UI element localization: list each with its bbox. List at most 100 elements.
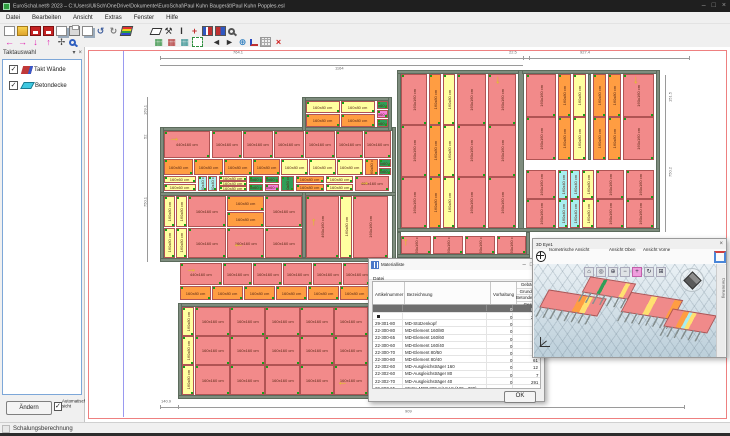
save-as-icon[interactable]	[43, 26, 54, 36]
slab-cell[interactable]: 160x160 cm	[526, 117, 556, 160]
slab-cell[interactable]: 160x160 cm	[401, 74, 427, 125]
slab-cell[interactable]: 160x160 cm	[364, 131, 391, 158]
window-controls[interactable]: –□×	[702, 0, 726, 12]
auto-visible-checkbox[interactable]: ✓ Automatisch sicht	[54, 399, 84, 417]
3d-layers-icon[interactable]	[120, 26, 133, 36]
table-sum-row[interactable]: Movo0809	[373, 305, 540, 313]
menu-item-extras[interactable]: Extras	[99, 15, 128, 21]
slab-cell[interactable]: 160x80 cm	[573, 74, 586, 117]
slab-cell[interactable]: 160x80 cm	[176, 196, 187, 227]
slab-cell[interactable]: 80x60 cm	[249, 184, 263, 191]
slab-table-red-icon[interactable]: ▦	[166, 37, 177, 47]
redo-icon[interactable]: ↻	[108, 26, 119, 36]
slab-cell[interactable]: 160x160 cm	[230, 365, 265, 395]
slab-cell[interactable]: 160x80 cm	[244, 286, 275, 300]
support-column-icon[interactable]: I	[176, 26, 187, 36]
close-panel-icon[interactable]: ×	[78, 50, 82, 56]
slab-cell[interactable]: 160x160 cm	[265, 336, 300, 365]
slab-cell[interactable]: 160x80 cm	[227, 212, 264, 227]
viewport-tool-icon[interactable]: ◎	[596, 267, 606, 277]
slab-cell[interactable]: 160x40 cm	[570, 199, 580, 228]
slab-cell[interactable]: 80x60 cm	[377, 119, 388, 127]
slab-cell[interactable]: 80x60 cm	[379, 168, 391, 175]
slab-cell[interactable]: 160x160 cm	[195, 365, 230, 395]
slab-cell[interactable]: 160x160 cm	[596, 199, 624, 228]
slab-cell[interactable]: 160x80 cm	[558, 117, 571, 160]
slab-cell[interactable]: 160x80 cm	[164, 196, 175, 227]
angle-icon[interactable]	[250, 39, 258, 46]
slab-cell[interactable]: 160x160 cm	[596, 170, 624, 199]
slab-cell[interactable]: 160x80 cm	[326, 184, 353, 191]
slab-cell[interactable]: 160x80 cm	[341, 114, 375, 127]
viewer-button-ansicht-vorne[interactable]: Ansicht Vorne	[643, 247, 670, 252]
slab-cell[interactable]: 160x80 cm	[176, 228, 187, 258]
compass-icon[interactable]	[536, 251, 546, 262]
slab-cell[interactable]: 160x60 cm	[164, 176, 196, 183]
slab-cell[interactable]: 160x80 cm	[253, 159, 280, 175]
next-takt-icon[interactable]: ►	[224, 37, 235, 47]
undo-icon[interactable]: ↺	[95, 26, 106, 36]
slab-cell[interactable]: 160x80 cm	[573, 117, 586, 160]
wall-segment-icon[interactable]	[202, 26, 213, 36]
checkbox-icon[interactable]: ✓	[54, 402, 62, 411]
viewport-tool-icon[interactable]: ⊕	[608, 267, 618, 277]
viewport-tool-icon[interactable]: −	[620, 267, 630, 277]
slab-table-icon[interactable]: ▦	[153, 37, 164, 47]
slab-cell[interactable]: 160x160 cm	[230, 336, 265, 365]
slab-cell[interactable]: 160x80 cm	[582, 199, 594, 228]
print-preview-icon[interactable]	[82, 26, 93, 36]
slab-cell[interactable]: 160x160 cm	[626, 170, 654, 199]
slab-cell[interactable]: 160x80 cm	[224, 159, 252, 175]
slab-cell[interactable]: 160x80 cm	[306, 114, 340, 127]
menu-item-bearbeiten[interactable]: Bearbeiten	[26, 15, 67, 21]
slab-cell[interactable]: 160x80 cm	[219, 186, 247, 191]
prev-takt-icon[interactable]: ◄	[211, 37, 222, 47]
table-row[interactable]: 22-300-80MD-Element 80/4003	[373, 349, 540, 356]
slab-cell[interactable]: 160x160 cm	[488, 177, 516, 228]
table-row[interactable]: 22-302-60MD-Ausgleichsträger 160061	[373, 356, 540, 363]
slab-cell[interactable]: 160x160 cm	[265, 196, 302, 227]
menu-item-fenster[interactable]: Fenster	[128, 15, 160, 21]
table-row[interactable]: 29-301-80MD-Stützenkopf0291	[373, 313, 540, 320]
slab-cell[interactable]: 160x80 cm	[296, 184, 324, 191]
nav-cube[interactable]	[680, 268, 704, 292]
viewport-tool-icon[interactable]: ⌂	[584, 267, 594, 277]
slab-cell[interactable]: 160x80 cm	[212, 286, 243, 300]
slab-cell[interactable]: 160x160 cm	[274, 131, 304, 158]
slab-cell[interactable]: 160x80 cm	[164, 228, 175, 258]
slab-cell[interactable]: 160x160 cm	[265, 307, 300, 336]
slab-cell[interactable]: 80x60 cm	[377, 101, 388, 109]
pan-right-icon[interactable]: →	[17, 37, 28, 47]
slab-cell[interactable]: 80x80 cm	[281, 176, 294, 191]
slab-cell[interactable]: 160x160 cm	[433, 236, 463, 254]
slab-cell[interactable]: 160x160 cm	[401, 125, 427, 177]
slab-cell[interactable]: 160x160 cm	[300, 336, 334, 365]
slab-cell[interactable]: 160x80 cm	[306, 101, 340, 113]
slab-cell[interactable]: 160x80 cm	[608, 74, 621, 117]
slab-cell[interactable]: 160x160 cm	[195, 336, 230, 365]
menu-item-ansicht[interactable]: Ansicht	[67, 15, 99, 21]
slab-cell[interactable]: 160x80 cm	[443, 74, 455, 125]
table-row[interactable]: 29-907-65Stütze MEP 300 mit SAS (195 - 3…	[373, 378, 540, 385]
tree-item[interactable]: ✓Takt Wände	[9, 63, 81, 76]
table-row[interactable]: 22-300-65MD-Element 160/60029	[373, 327, 540, 334]
slab-cell[interactable]: 160x80 cm	[558, 74, 571, 117]
slab-cell[interactable]: 160x160 cm	[488, 74, 516, 125]
slab-cell[interactable]: 160x80 cm	[337, 159, 363, 175]
slab-cell[interactable]: 160x80 cm	[443, 125, 455, 177]
slab-cell[interactable]: 160x160 cm	[526, 199, 556, 228]
table-row[interactable]: 22-300-70MD-Element 80/5003	[373, 342, 540, 349]
slab-cell[interactable]: 160x160 cm	[336, 131, 363, 158]
slab-cell[interactable]: 160x160 cm	[305, 131, 335, 158]
slab-cell[interactable]: 160x160 cm	[188, 196, 226, 227]
menu-item-datei[interactable]: Datei	[0, 15, 26, 21]
zoom-icon[interactable]	[69, 39, 76, 46]
slab-cell[interactable]: 160x40 cm	[558, 199, 568, 228]
slab-cell[interactable]: 160x80 cm	[340, 286, 370, 300]
slab-cell[interactable]: 160x160 cm	[195, 307, 230, 336]
new-file-icon[interactable]	[4, 26, 15, 36]
slab-table-teal-icon[interactable]: ▦	[179, 37, 190, 47]
print-icon[interactable]	[69, 26, 80, 36]
slab-cell[interactable]: 160x80 cm	[608, 117, 621, 160]
slab-cell[interactable]: 80x60 cm	[265, 176, 279, 183]
